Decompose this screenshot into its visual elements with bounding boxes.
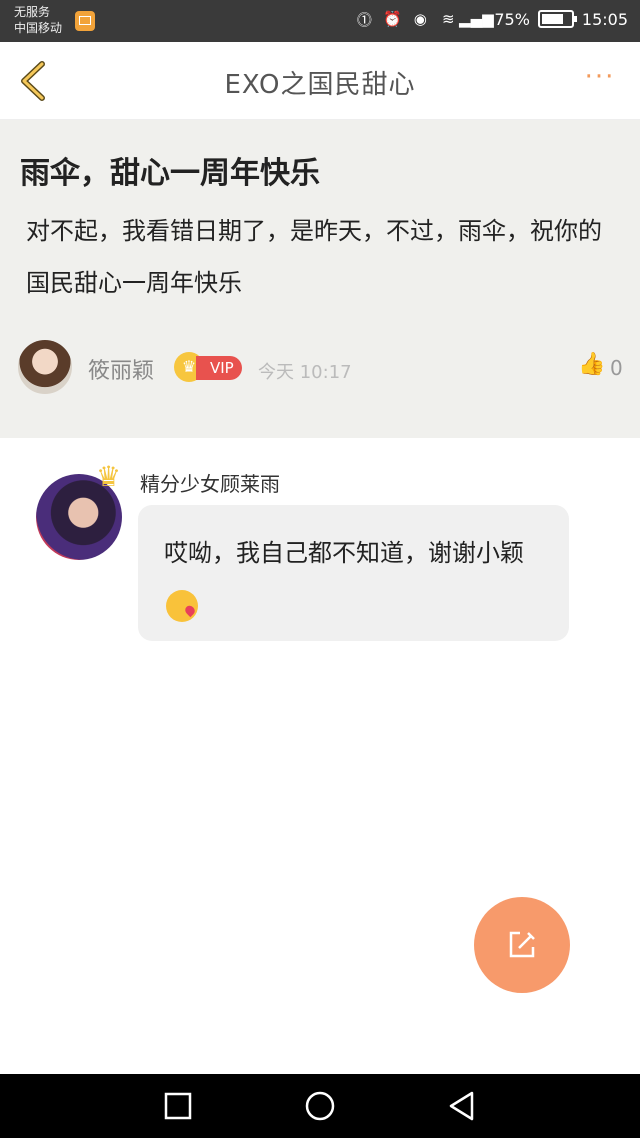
square-icon [164,1092,192,1120]
like-count: 0 [610,356,623,380]
circle-icon [305,1091,335,1121]
recent-apps-button[interactable] [162,1090,194,1122]
crown-icon: ♛ [96,460,122,493]
more-options-button[interactable]: ··· [580,64,620,94]
reply-author-name[interactable]: 精分少女顾莱雨 [140,468,280,497]
thumbs-up-icon[interactable]: 👍 [578,352,605,378]
carrier-info: 无服务 中国移动 [14,4,62,36]
edit-icon [509,931,535,958]
author-name[interactable]: 筱丽颖 [88,353,154,385]
alarm-icon: ⏰ [382,10,402,28]
page-title: EXO之国民甜心 [224,70,416,100]
status-bar: 无服务 中国移动 ⓵ ⏰ ◉ ≋ ▂▄▆ 75% 15:05 [0,0,640,42]
carrier-line-1: 无服务 [14,5,51,19]
post-title: 雨伞，甜心一周年快乐 [20,156,320,191]
reply-bubble: 哎呦，我自己都不知道，谢谢小颖 [138,505,569,641]
eye-icon: ◉ [413,10,427,28]
system-nav-bar [0,1074,640,1138]
compose-reply-button[interactable] [474,897,570,993]
kissing-face-emoji-icon [166,590,198,622]
home-button[interactable] [304,1090,336,1122]
carrier-line-2: 中国移动 [14,21,63,35]
status-icons: ⓵ ⏰ ◉ ≋ ▂▄▆ 75% 15:05 [354,9,628,29]
post-time: 今天 10:17 [258,362,352,383]
post-body: 对不起，我看错日期了，是昨天，不过，雨伞，祝你的国民甜心一周年快乐 [26,217,602,297]
wifi-icon: ≋ [442,10,455,28]
data-saver-icon: ⓵ [356,10,372,29]
post-card: 雨伞，甜心一周年快乐 对不起，我看错日期了，是昨天，不过，雨伞，祝你的国民甜心一… [0,120,640,438]
clock: 15:05 [581,9,628,29]
triangle-back-icon [449,1091,474,1121]
reply-text: 哎呦，我自己都不知道，谢谢小颖 [164,539,524,567]
message-notification-icon [75,11,95,31]
top-app-bar: EXO之国民甜心 ··· [0,42,640,120]
battery-fill [541,14,563,24]
battery-percent: 75% [494,9,530,29]
vip-badge: VIP [196,356,242,380]
battery-icon [537,10,577,28]
signal-icon: ▂▄▆ [459,10,494,28]
author-avatar[interactable] [18,340,72,394]
back-nav-button[interactable] [446,1090,478,1122]
